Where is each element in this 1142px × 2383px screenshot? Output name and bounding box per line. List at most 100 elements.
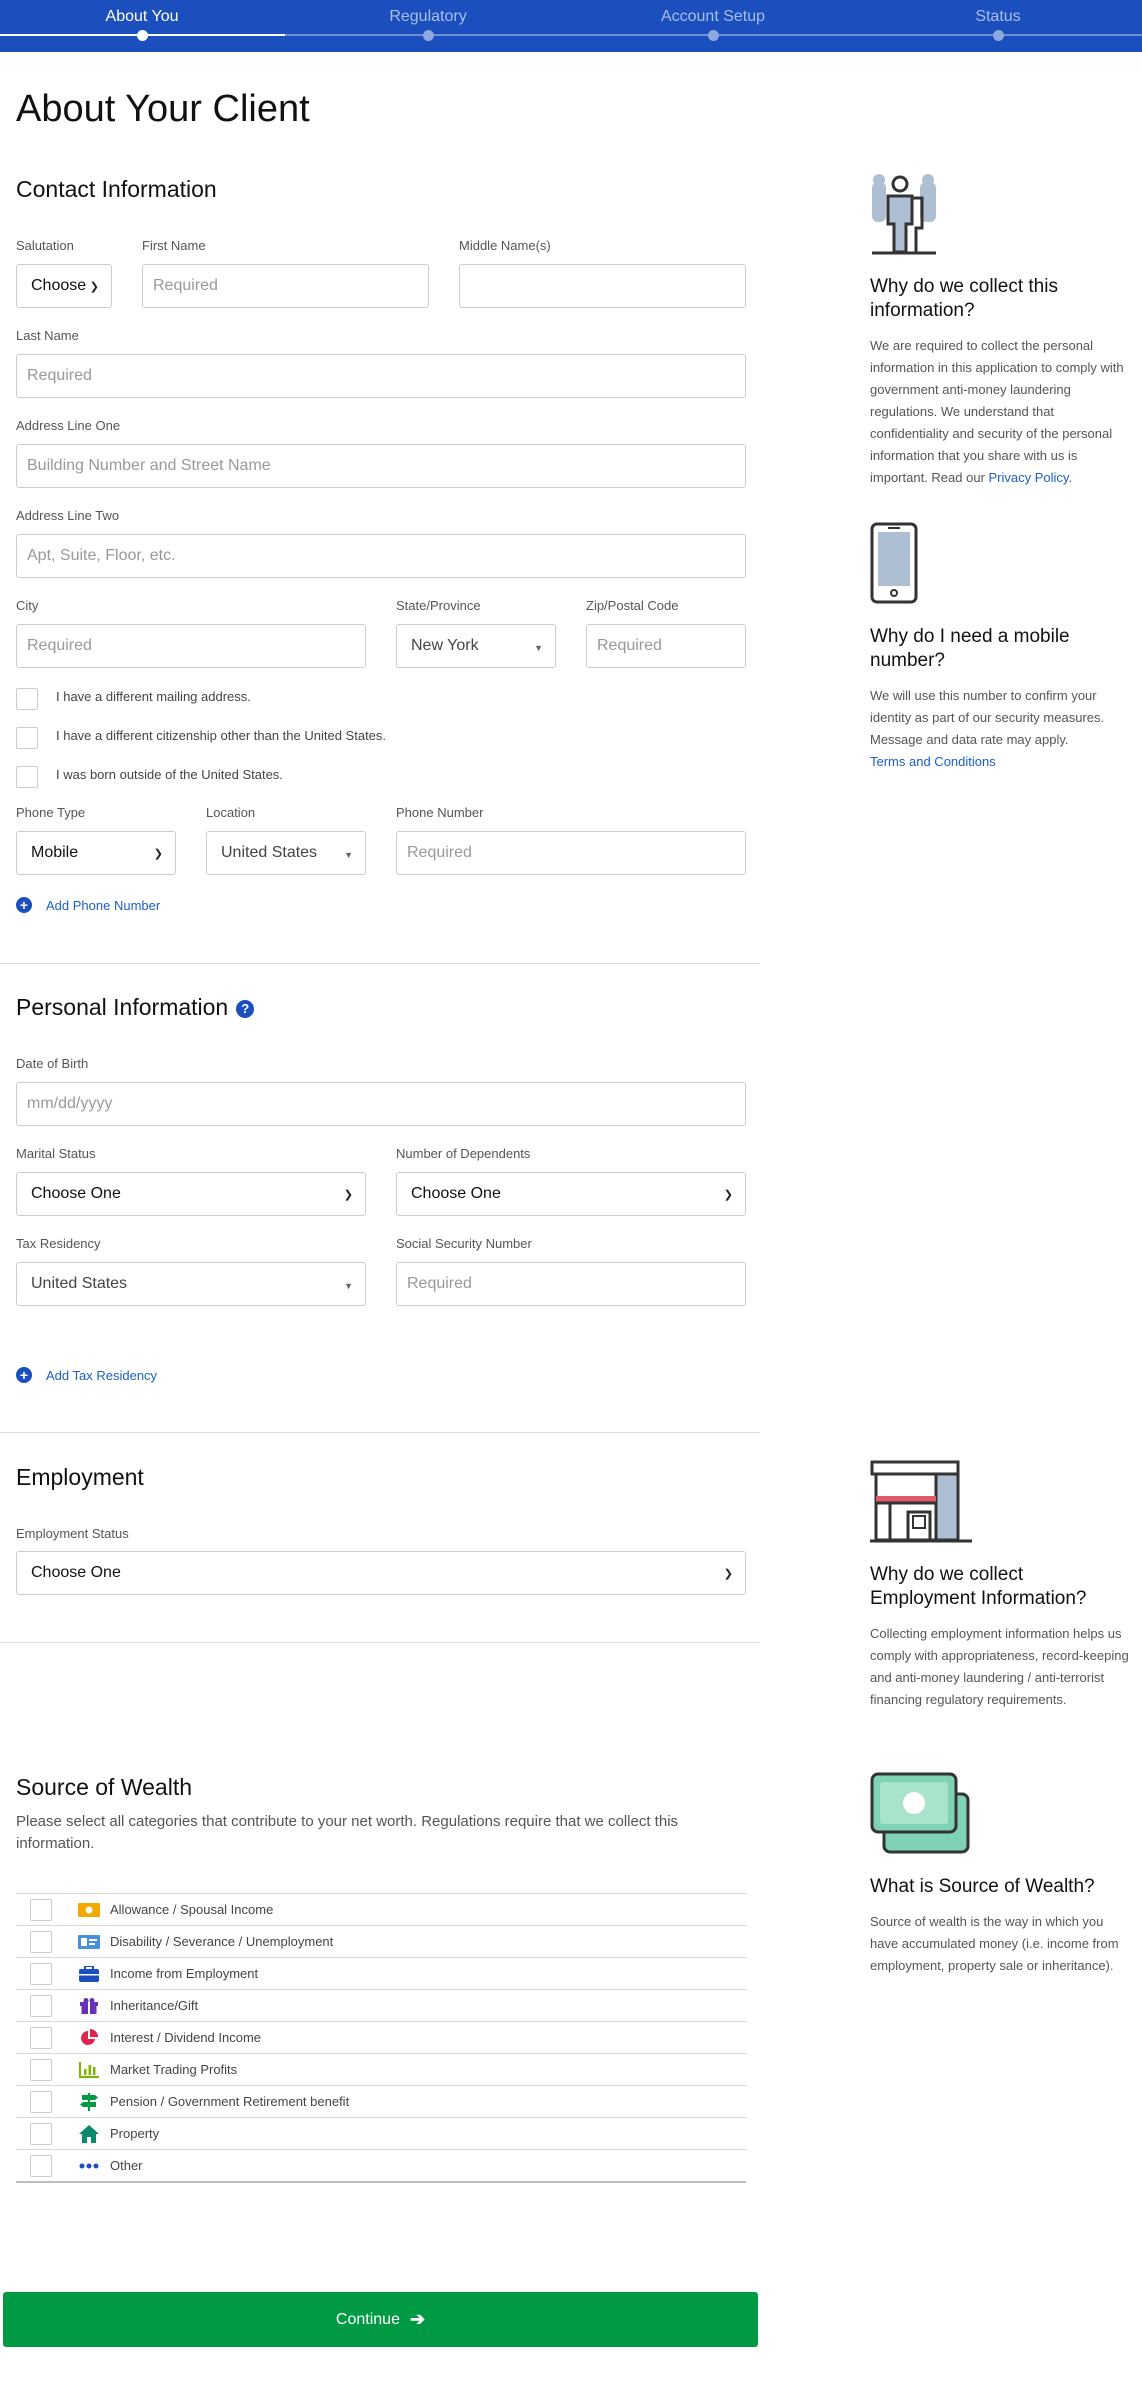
add-tax-residency-link[interactable]: + Add Tax Residency xyxy=(16,1367,157,1383)
wealth-row-employment[interactable]: Income from Employment xyxy=(16,1957,746,1989)
born-outside-checkbox[interactable] xyxy=(16,766,38,788)
dob-label: Date of Birth xyxy=(16,1056,89,1071)
terms-conditions-link[interactable]: Terms and Conditions xyxy=(870,754,996,769)
wealth-row-inheritance[interactable]: Inheritance/Gift xyxy=(16,1989,746,2021)
side-panel-employment: Why do we collect Employment Information… xyxy=(870,1460,1130,1711)
wealth-checkbox[interactable] xyxy=(30,1962,52,1985)
address2-input[interactable]: Apt, Suite, Floor, etc. xyxy=(16,534,746,578)
collect-body: We are required to collect the personal … xyxy=(870,335,1130,489)
city-input[interactable]: Required xyxy=(16,624,366,668)
zip-input[interactable]: Required xyxy=(586,624,746,668)
pie-chart-icon xyxy=(78,2028,100,2046)
born-outside-label: I was born outside of the United States. xyxy=(56,767,283,782)
phone-number-label: Phone Number xyxy=(396,805,484,820)
add-phone-number-link[interactable]: + Add Phone Number xyxy=(16,897,160,913)
arrow-right-icon: ➔ xyxy=(409,2309,426,2329)
state-select[interactable]: New York ▼ xyxy=(396,624,556,668)
chevron-down-icon: ❯ xyxy=(89,280,99,293)
wealth-row-other[interactable]: Other xyxy=(16,2149,746,2181)
location-value: United States xyxy=(221,844,318,861)
last-name-label: Last Name xyxy=(16,328,79,343)
location-select[interactable]: United States ▼ xyxy=(206,831,366,875)
marital-status-select[interactable]: Choose One ❯ xyxy=(16,1172,366,1216)
citizenship-checkbox[interactable] xyxy=(16,727,38,749)
wealth-checkbox[interactable] xyxy=(30,2122,52,2145)
id-card-icon xyxy=(78,1934,100,1950)
wealth-row-pension[interactable]: Pension / Government Retirement benefit xyxy=(16,2085,746,2117)
wealth-row-allowance[interactable]: Allowance / Spousal Income xyxy=(16,1893,746,1925)
collect-tail: . xyxy=(1068,470,1073,485)
people-icon xyxy=(872,174,936,255)
section-divider xyxy=(0,1432,760,1433)
state-value: New York xyxy=(411,637,479,654)
location-label: Location xyxy=(206,805,256,820)
wealth-row-interest[interactable]: Interest / Dividend Income xyxy=(16,2021,746,2053)
employment-section-title: Employment xyxy=(16,1464,144,1490)
wealth-row-market[interactable]: Market Trading Profits xyxy=(16,2053,746,2085)
chevron-down-icon: ❯ xyxy=(153,847,163,860)
address2-label: Address Line Two xyxy=(16,508,120,523)
wealth-label: Income from Employment xyxy=(110,1966,259,1981)
wealth-table-bottom xyxy=(16,2181,746,2183)
employment-status-select[interactable]: Choose One ❯ xyxy=(16,1551,746,1595)
marital-status-label: Marital Status xyxy=(16,1146,96,1161)
wealth-checkbox[interactable] xyxy=(30,2058,52,2081)
continue-button[interactable]: Continue ➔ xyxy=(3,2292,758,2347)
employment-side-title: Why do we collect Employment Information… xyxy=(870,1564,1087,1609)
last-name-input[interactable]: Required xyxy=(16,354,746,398)
briefcase-icon xyxy=(78,1965,100,1982)
dob-input[interactable]: mm/dd/yyyy xyxy=(16,1082,746,1126)
help-icon[interactable]: ? xyxy=(236,999,255,1018)
plus-circle-icon: + xyxy=(16,897,32,913)
citizenship-label: I have a different citizenship other tha… xyxy=(56,728,387,743)
step-about-you[interactable]: About You xyxy=(42,8,242,26)
money-icon xyxy=(78,1902,100,1918)
wealth-row-property[interactable]: Property xyxy=(16,2117,746,2149)
step-status[interactable]: Status xyxy=(898,8,1098,26)
add-tax-residency-label: Add Tax Residency xyxy=(46,1367,158,1383)
phone-type-label: Phone Type xyxy=(16,805,86,820)
step-account-setup[interactable]: Account Setup xyxy=(613,8,813,26)
address1-input[interactable]: Building Number and Street Name xyxy=(16,444,746,488)
ssn-input[interactable]: Required xyxy=(396,1262,746,1306)
privacy-policy-link[interactable]: Privacy Policy xyxy=(989,470,1069,485)
mailing-address-checkbox[interactable] xyxy=(16,688,38,710)
wealth-checkbox[interactable] xyxy=(30,2090,52,2113)
wealth-label: Disability / Severance / Unemployment xyxy=(110,1934,334,1949)
wealth-checkbox[interactable] xyxy=(30,1994,52,2017)
collect-title: Why do we collect this information? xyxy=(870,276,1058,321)
wealth-checkbox[interactable] xyxy=(30,1898,52,1921)
chevron-down-icon: ❯ xyxy=(343,1188,353,1201)
dependents-value: Choose One xyxy=(411,1185,501,1202)
first-name-label: First Name xyxy=(142,238,206,253)
signpost-icon xyxy=(78,2092,100,2111)
progress-stepper: About You Regulatory Account Setup Statu… xyxy=(0,0,1142,52)
phone-type-value: Mobile xyxy=(31,844,79,861)
page-title: About Your Client xyxy=(16,88,310,130)
personal-section-title: Personal Information? xyxy=(16,994,255,1021)
triangle-down-icon: ▼ xyxy=(344,850,353,860)
phone-number-input[interactable]: Required xyxy=(396,831,746,875)
storefront-icon xyxy=(870,1460,972,1543)
chevron-down-icon: ❯ xyxy=(723,1188,733,1201)
tax-residency-select[interactable]: United States ▼ xyxy=(16,1262,366,1306)
salutation-select[interactable]: Choose ❯ xyxy=(16,264,112,308)
side-panel-collect: Why do we collect this information? We a… xyxy=(870,172,1130,489)
wealth-checkbox[interactable] xyxy=(30,2026,52,2049)
personal-section-title-text: Personal Information xyxy=(16,994,229,1020)
salutation-value: Choose xyxy=(31,277,87,294)
wealth-checkbox[interactable] xyxy=(30,1930,52,1953)
first-name-input[interactable]: Required xyxy=(142,264,429,308)
phone-type-select[interactable]: Mobile ❯ xyxy=(16,831,176,875)
wealth-label: Pension / Government Retirement benefit xyxy=(110,2094,350,2109)
middle-name-input[interactable] xyxy=(459,264,746,308)
step-regulatory[interactable]: Regulatory xyxy=(328,8,528,26)
side-panel-wealth: What is Source of Wealth? Source of weal… xyxy=(870,1772,1130,1977)
wealth-row-disability[interactable]: Disability / Severance / Unemployment xyxy=(16,1925,746,1957)
contact-section-title: Contact Information xyxy=(16,176,217,202)
wealth-checkbox[interactable] xyxy=(30,2154,52,2177)
dependents-select[interactable]: Choose One ❯ xyxy=(396,1172,746,1216)
marital-status-value: Choose One xyxy=(31,1185,121,1202)
wealth-side-body: Source of wealth is the way in which you… xyxy=(870,1914,1119,1973)
tax-residency-value: United States xyxy=(31,1275,128,1292)
